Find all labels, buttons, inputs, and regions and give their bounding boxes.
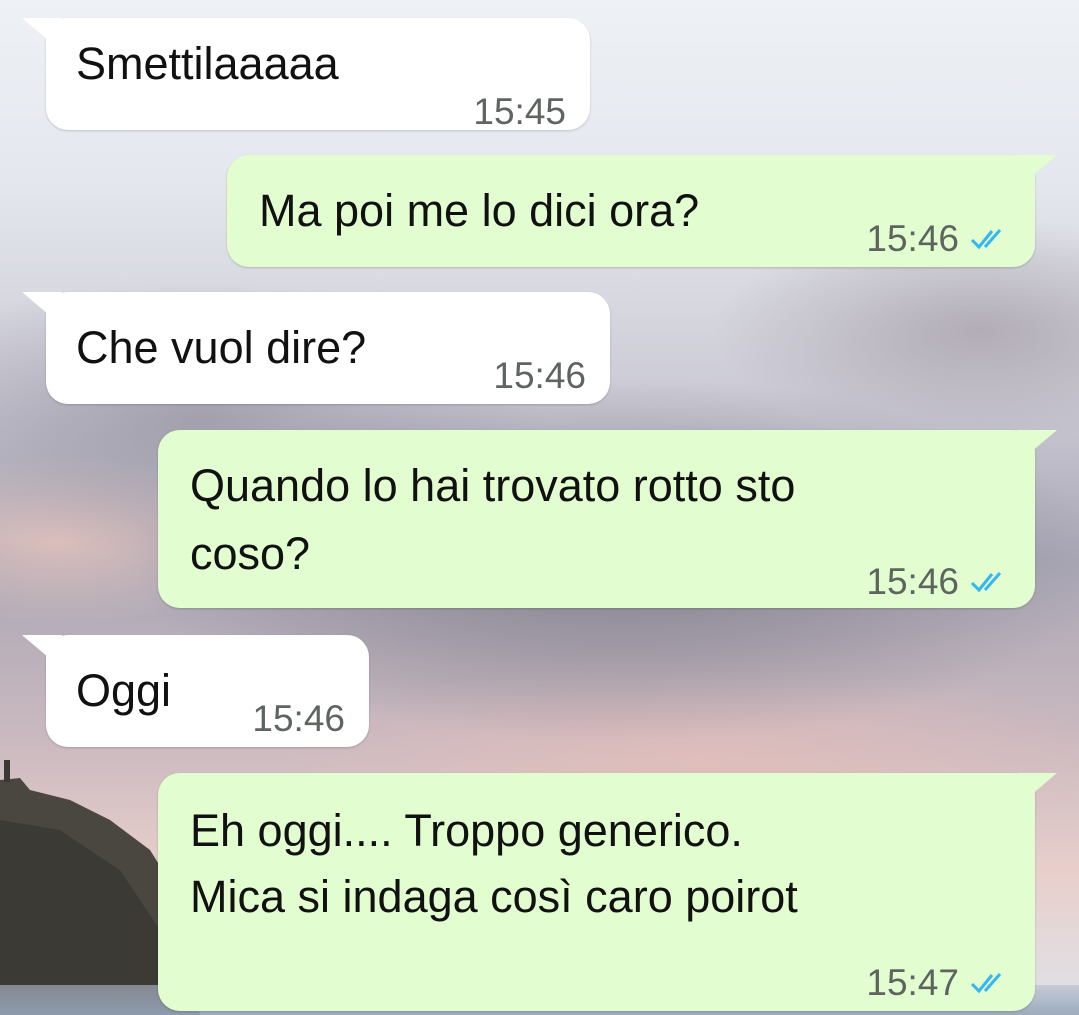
double-check-icon [970, 229, 1002, 250]
message-meta: 15:46 [493, 344, 586, 408]
message-text: Oggi [76, 665, 172, 716]
message-bubble-outgoing[interactable]: Eh oggi.... Troppo generico. Mica si ind… [158, 773, 1057, 1011]
message-bubble-incoming[interactable]: Smettilaaaaa 15:45 [22, 18, 590, 132]
message-text: Ma poi me lo dici ora? [259, 185, 700, 236]
message-timestamp: 15:46 [866, 218, 959, 259]
message-text-line: Quando lo hai trovato rotto sto [190, 460, 796, 511]
message-text-line: Eh oggi.... Troppo generico. [190, 805, 743, 856]
double-check-icon [970, 572, 1002, 593]
message-meta: 15:45 [473, 80, 566, 144]
message-timestamp: 15:46 [252, 698, 345, 739]
message-text: Smettilaaaaa [76, 38, 339, 89]
message-meta: 15:46 [866, 550, 1009, 614]
message-timestamp: 15:47 [866, 962, 959, 1003]
message-timestamp: 15:46 [866, 561, 959, 602]
message-meta: 15:47 [866, 951, 1009, 1015]
message-bubble-incoming[interactable]: Oggi 15:46 [22, 635, 369, 747]
message-meta: 15:46 [866, 207, 1009, 271]
message-meta: 15:46 [252, 687, 345, 751]
message-bubble-outgoing[interactable]: Ma poi me lo dici ora? 15:46 [227, 155, 1057, 267]
message-bubble-incoming[interactable]: Che vuol dire? 15:46 [22, 292, 610, 404]
message-bubble-outgoing[interactable]: Quando lo hai trovato rotto sto coso? 15… [158, 430, 1057, 608]
message-text-line: coso? [190, 528, 311, 579]
double-check-icon [970, 973, 1002, 994]
message-text: Che vuol dire? [76, 322, 367, 373]
message-timestamp: 15:46 [493, 355, 586, 396]
message-timestamp: 15:45 [473, 91, 566, 132]
message-text-line: Mica si indaga così caro poirot [190, 871, 798, 922]
